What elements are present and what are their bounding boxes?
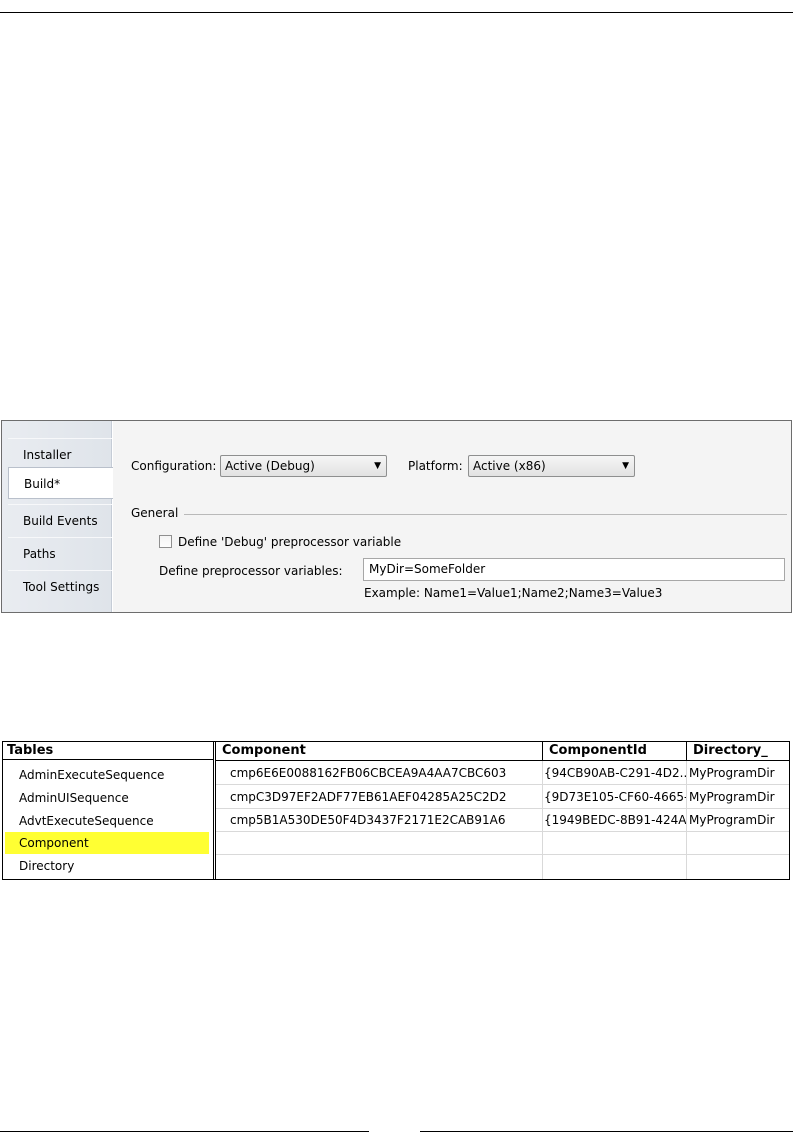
footer-rule-right	[420, 1131, 793, 1132]
table-row[interactable]: cmpC3D97EF2ADF77EB61AEF04285A25C2D2 {9D7…	[216, 786, 789, 809]
cell-component: cmp6E6E0088162FB06CBCEA9A4AA7CBC603	[230, 766, 507, 780]
project-properties-panel: Installer Build* Build Events Paths Tool…	[1, 420, 792, 613]
page-top-rule	[0, 12, 793, 13]
general-group-line	[181, 514, 787, 515]
tab-build[interactable]: Build*	[8, 467, 113, 499]
table-item-adminexecutesequence[interactable]: AdminExecuteSequence	[5, 764, 209, 786]
chevron-down-icon: ▼	[374, 461, 381, 471]
tab-paths[interactable]: Paths	[8, 537, 112, 569]
tab-installer[interactable]: Installer	[8, 438, 112, 470]
cell-directory: MyProgramDir	[689, 813, 775, 827]
general-group-title: General	[131, 506, 185, 520]
property-tab-strip: Installer Build* Build Events Paths Tool…	[2, 421, 113, 612]
tab-build-events[interactable]: Build Events	[8, 504, 112, 536]
tables-header: Tables	[3, 742, 213, 760]
platform-label: Platform:	[408, 459, 463, 473]
table-data-grid: Component ComponentId Directory_ cmp6E6E…	[216, 742, 789, 879]
table-item-component[interactable]: Component	[5, 832, 209, 854]
msi-tables-viewer: Tables AdminExecuteSequence AdminUISeque…	[2, 741, 790, 880]
table-row[interactable]: cmp6E6E0088162FB06CBCEA9A4AA7CBC603 {94C…	[216, 762, 789, 785]
table-item-directory[interactable]: Directory	[5, 855, 209, 877]
table-row-empty[interactable]	[216, 832, 789, 855]
build-settings-page: Configuration: Active (Debug) ▼ Platform…	[113, 421, 791, 612]
cell-componentid: {9D73E105-CF60-4665-...	[544, 790, 686, 804]
platform-value: Active (x86)	[473, 459, 546, 473]
preprocessor-example-hint: Example: Name1=Value1;Name2;Name3=Value3	[364, 586, 663, 600]
define-debug-label: Define 'Debug' preprocessor variable	[178, 535, 402, 549]
chevron-down-icon: ▼	[622, 461, 629, 471]
column-header-componentid[interactable]: ComponentId	[542, 742, 686, 761]
preprocessor-variables-input[interactable]: MyDir=SomeFolder	[363, 558, 785, 581]
column-header-component[interactable]: Component	[216, 742, 542, 761]
footer-rule-left	[0, 1131, 369, 1132]
table-item-advtexecutesequence[interactable]: AdvtExecuteSequence	[5, 810, 209, 832]
cell-component: cmp5B1A530DE50F4D3437F2171E2CAB91A6	[230, 813, 506, 827]
tab-tool-settings[interactable]: Tool Settings	[8, 570, 112, 602]
configuration-value: Active (Debug)	[225, 459, 315, 473]
cell-directory: MyProgramDir	[689, 790, 775, 804]
configuration-dropdown[interactable]: Active (Debug) ▼	[220, 455, 387, 477]
configuration-label: Configuration:	[131, 459, 217, 473]
table-item-adminuisequence[interactable]: AdminUISequence	[5, 787, 209, 809]
table-row[interactable]: cmp5B1A530DE50F4D3437F2171E2CAB91A6 {194…	[216, 809, 789, 832]
cell-component: cmpC3D97EF2ADF77EB61AEF04285A25C2D2	[230, 790, 507, 804]
cell-directory: MyProgramDir	[689, 766, 775, 780]
platform-dropdown[interactable]: Active (x86) ▼	[468, 455, 635, 477]
cell-componentid: {94CB90AB-C291-4D2...	[544, 766, 686, 780]
define-debug-checkbox[interactable]	[159, 535, 172, 548]
cell-componentid: {1949BEDC-8B91-424A...	[544, 813, 686, 827]
column-header-directory[interactable]: Directory_	[686, 742, 789, 761]
preprocessor-variables-label: Define preprocessor variables:	[159, 564, 343, 578]
table-row-empty[interactable]	[216, 855, 789, 878]
tables-list: Tables AdminExecuteSequence AdminUISeque…	[3, 742, 213, 879]
